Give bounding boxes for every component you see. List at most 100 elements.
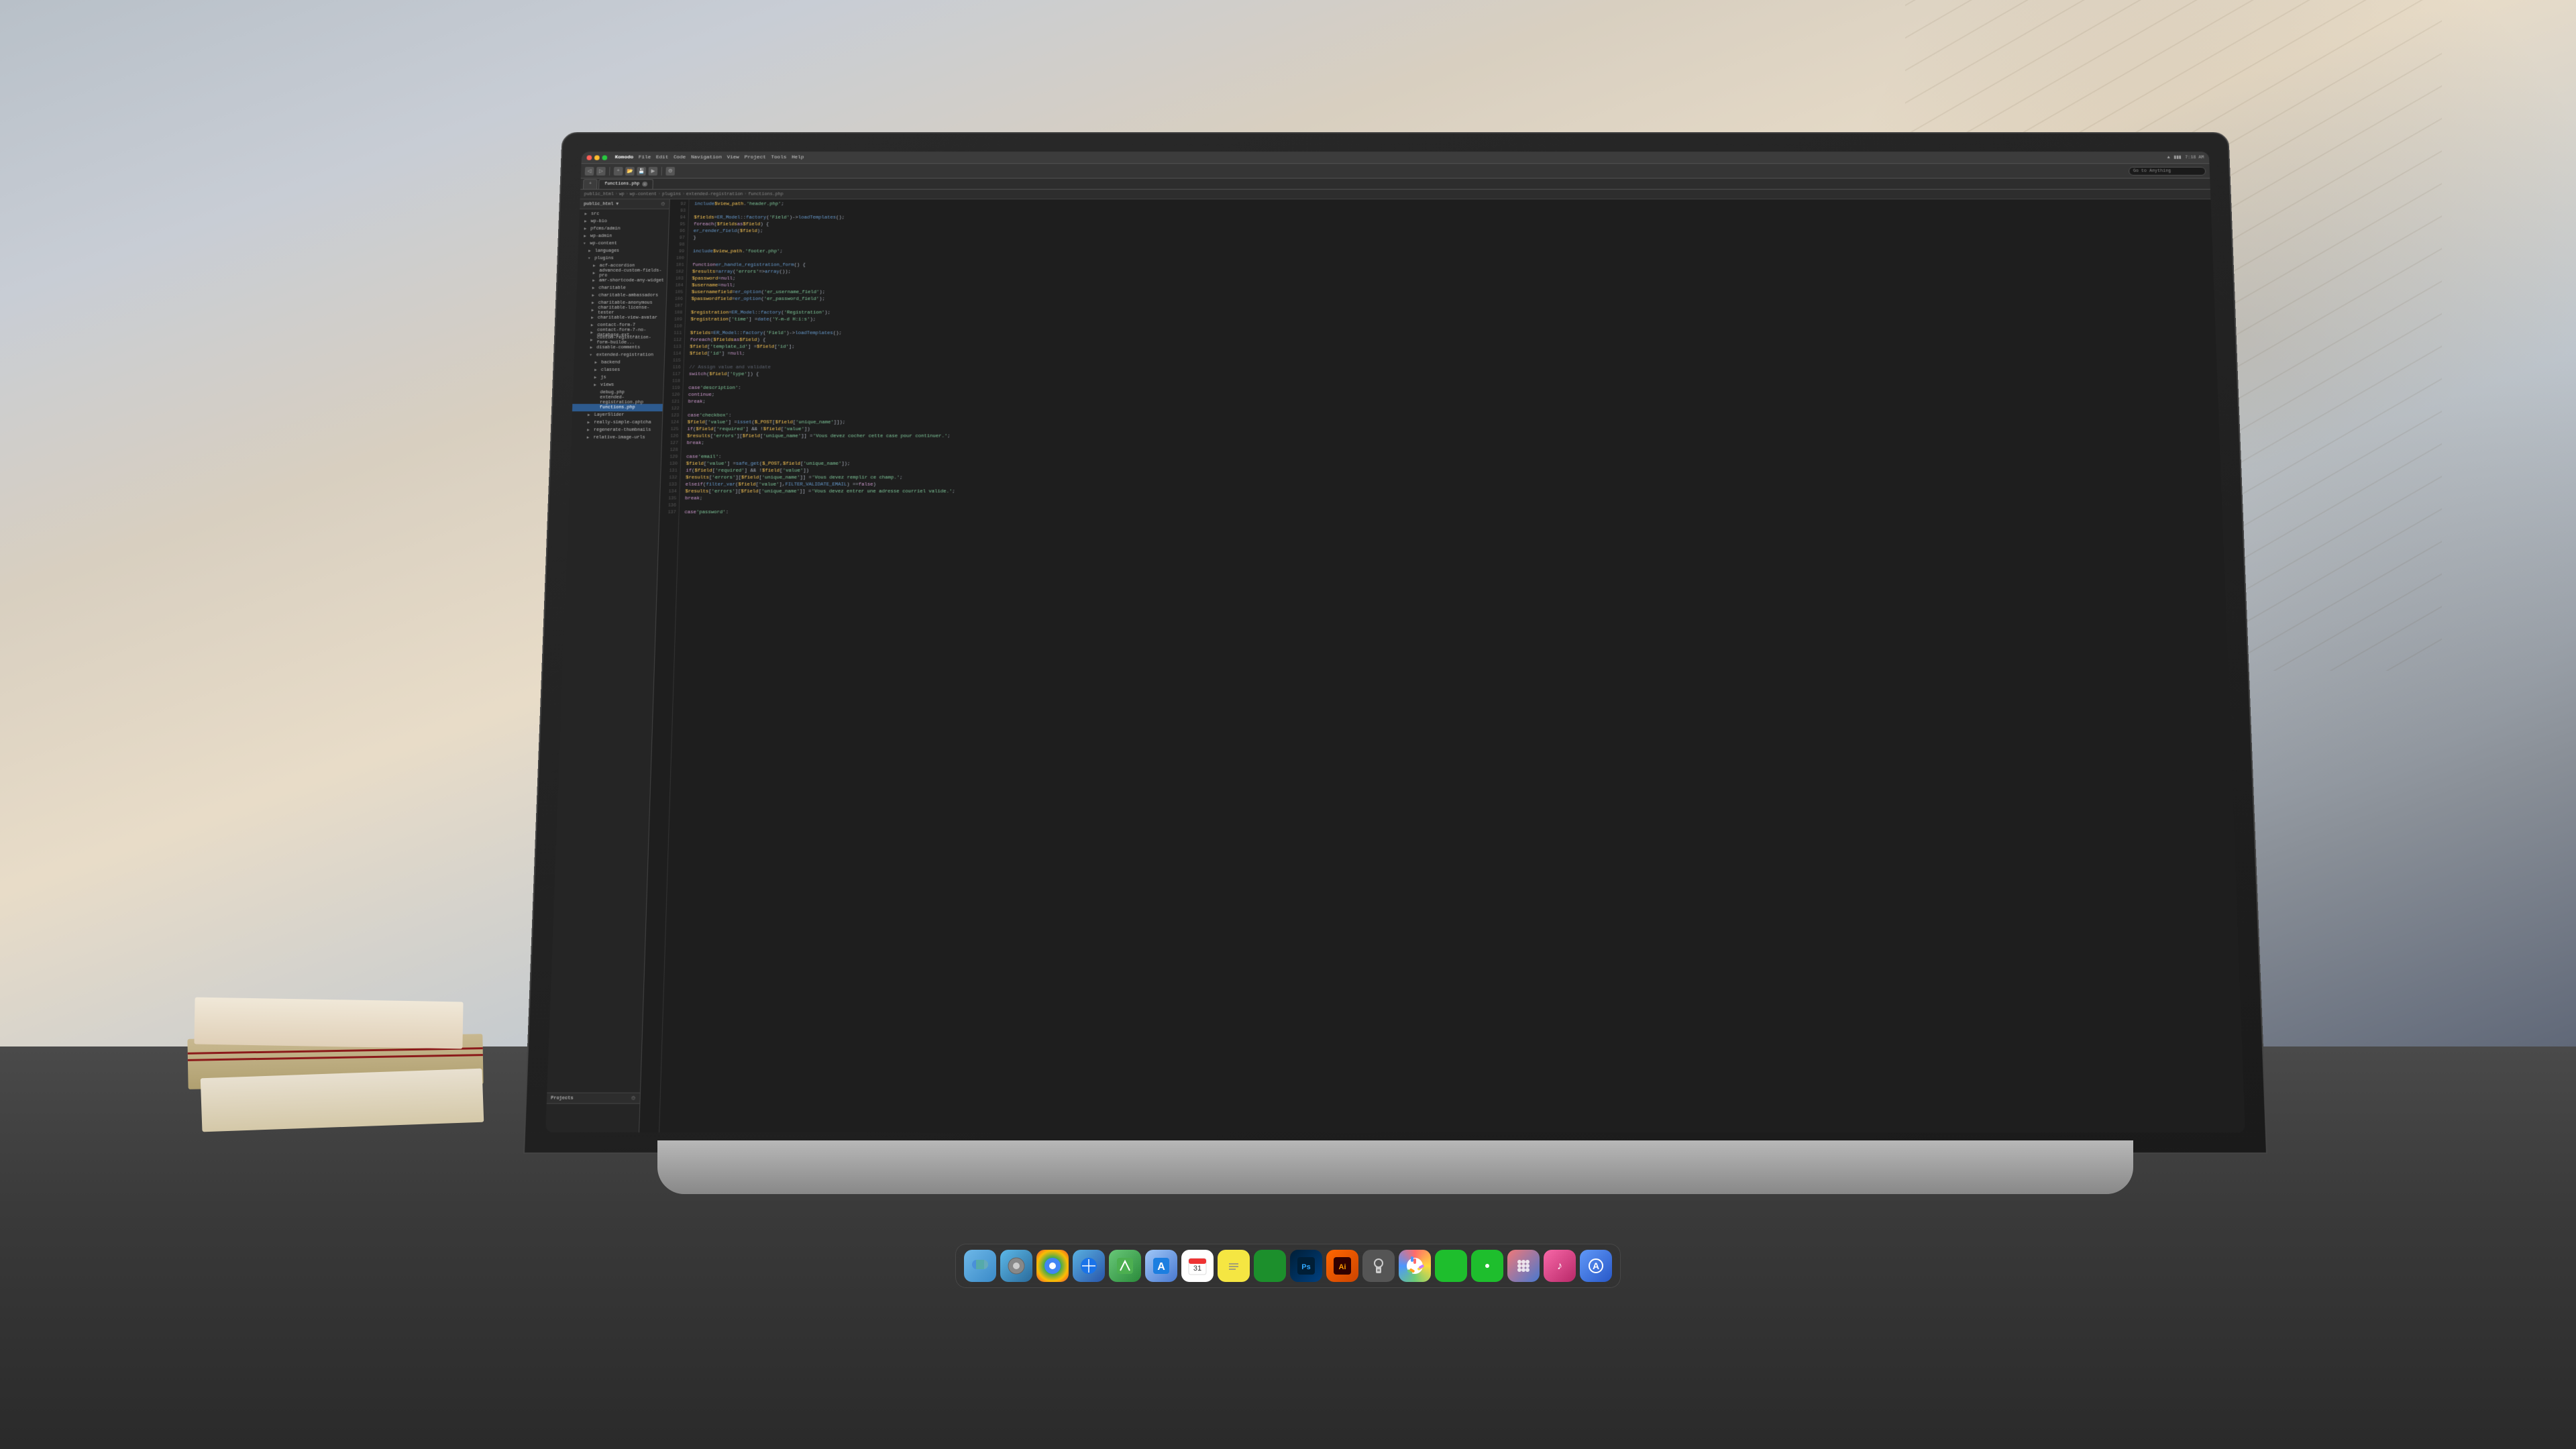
menu-edit[interactable]: Edit	[656, 155, 669, 160]
tree-item-languages[interactable]: languages	[578, 248, 668, 255]
tree-item-really-simple[interactable]: really-simple-captcha	[572, 419, 662, 426]
line-num-113: 113	[665, 343, 684, 350]
tree-label: LayerSlider	[594, 413, 624, 417]
svg-text:A: A	[1157, 1261, 1165, 1273]
tree-item-js[interactable]: js	[574, 374, 664, 381]
sidebar-gear-icon[interactable]: ⚙	[661, 201, 665, 207]
folder-chevron	[591, 323, 596, 327]
tab-new[interactable]: +	[583, 179, 598, 189]
dock-illustrator-icon[interactable]: Ai	[1326, 1250, 1358, 1282]
tree-item-extended-reg-php[interactable]: extended-registration.php	[572, 396, 663, 404]
minimize-button[interactable]	[594, 155, 600, 160]
tree-item-custom-reg[interactable]: custom-registration-form-builde...	[575, 337, 665, 344]
app-name-menu[interactable]: Komodo	[615, 155, 634, 160]
tree-item-views[interactable]: views	[573, 382, 663, 389]
dock-safari-icon[interactable]	[1073, 1250, 1105, 1282]
tree-item-charitable-amb[interactable]: charitable-ambassadors	[576, 292, 666, 299]
breadcrumb-file[interactable]: functions.php	[748, 192, 784, 197]
breadcrumb-3[interactable]: plugins	[662, 192, 681, 197]
tree-item-charitable-license[interactable]: charitable-license-tester	[576, 307, 665, 314]
tab-close-button[interactable]: ×	[642, 182, 647, 186]
back-button[interactable]: ◁	[585, 166, 594, 175]
tree-item-extended-reg[interactable]: extended-registration	[574, 352, 665, 359]
tree-item-layerslider[interactable]: LayerSlider	[572, 411, 663, 419]
breadcrumb-4[interactable]: extended-registration	[686, 192, 743, 197]
close-button[interactable]	[586, 155, 592, 160]
main-content: public_html ▾ ⚙ src wp-bio	[545, 199, 2245, 1132]
maximize-button[interactable]	[602, 155, 607, 160]
tree-item-classes[interactable]: classes	[574, 366, 664, 374]
dock-notes-icon[interactable]	[1218, 1250, 1250, 1282]
menu-project[interactable]: Project	[744, 155, 765, 160]
dock-facetime-icon[interactable]	[1254, 1250, 1286, 1282]
run-button[interactable]: ▶	[648, 166, 657, 175]
menu-tools[interactable]: Tools	[771, 155, 786, 160]
tree-label: advanced-custom-fields-pro	[599, 268, 665, 278]
tree-item-wp-content[interactable]: wp-content	[578, 240, 668, 248]
menu-view[interactable]: View	[727, 155, 739, 160]
menu-help[interactable]: Help	[792, 155, 804, 160]
code-area[interactable]: include $view_path . 'header.php'; $fiel…	[659, 199, 2245, 1132]
tree-label: charitable-ambassadors	[598, 293, 658, 298]
folder-chevron	[590, 330, 596, 335]
dock-system-prefs-icon[interactable]	[1000, 1250, 1032, 1282]
dock-imessage-icon[interactable]	[1471, 1250, 1503, 1282]
menu-code[interactable]: Code	[674, 155, 686, 160]
ide-app: Komodo File Edit Code Navigation View Pr…	[545, 152, 2245, 1132]
breadcrumb-1[interactable]: wp	[619, 192, 625, 197]
dock-calendar-icon[interactable]: 31	[1181, 1250, 1214, 1282]
dock-appstore-2-icon[interactable]: A	[1580, 1250, 1612, 1282]
tree-item-advanced-custom[interactable]: advanced-custom-fields-pro	[577, 270, 667, 277]
tree-item-relative[interactable]: relative-image-urls	[571, 434, 661, 441]
code-line-134: $results['errors'][$field['unique_name']…	[685, 488, 2216, 494]
dock-chrome-icon[interactable]	[1036, 1250, 1069, 1282]
projects-gear-icon[interactable]: ⚙	[631, 1095, 635, 1102]
line-num-114: 114	[665, 350, 684, 357]
dock-photoshop-icon[interactable]: Ps	[1290, 1250, 1322, 1282]
goto-anything-bar[interactable]: Go to Anything	[2129, 166, 2206, 175]
laptop-base	[657, 1140, 2133, 1194]
menu-navigation[interactable]: Navigation	[691, 155, 722, 160]
line-num-98: 98	[668, 241, 687, 248]
tree-item-plugins[interactable]: plugins	[578, 255, 667, 262]
forward-button[interactable]: ▷	[596, 166, 606, 175]
tree-item-pfcms[interactable]: pfcms/admin	[579, 225, 669, 233]
debug-button[interactable]: ⚙	[665, 166, 675, 175]
code-editor[interactable]: 92 93 94 95 96 97 98 99 100 101 102 103	[639, 199, 2245, 1132]
new-file-button[interactable]: +	[614, 166, 623, 175]
dock-keychain-icon[interactable]	[1362, 1250, 1395, 1282]
svg-text:A: A	[1593, 1260, 1599, 1271]
tab-functions-php[interactable]: functions.php ×	[598, 179, 653, 189]
breadcrumb-2[interactable]: wp-content	[630, 192, 657, 197]
dock-maps-icon[interactable]	[1109, 1250, 1141, 1282]
breadcrumb-root[interactable]: public_html	[584, 192, 614, 197]
dock-messages-icon[interactable]	[1435, 1250, 1467, 1282]
code-line-118	[688, 378, 2212, 384]
tree-label: debug.php	[600, 390, 625, 395]
folder-chevron-open	[590, 353, 595, 358]
tree-label: js	[600, 375, 606, 380]
open-button[interactable]: 📂	[625, 166, 635, 175]
tree-item-backend[interactable]: backend	[574, 359, 664, 366]
dock-launchpad-icon[interactable]	[1507, 1250, 1540, 1282]
tree-item-regenerate[interactable]: regenerate-thumbnails	[572, 427, 662, 434]
tree-item-charitable[interactable]: charitable	[577, 284, 667, 292]
tree-label: extended-registration.php	[600, 395, 660, 405]
tree-label: languages	[595, 249, 620, 254]
save-button[interactable]: 💾	[637, 166, 646, 175]
line-num-104: 104	[667, 282, 686, 288]
tree-item-src[interactable]: src	[580, 211, 669, 218]
tree-item-wp-admin[interactable]: wp-admin	[578, 233, 668, 240]
dock-itunes-icon[interactable]: ♪	[1544, 1250, 1576, 1282]
tree-item-wp-bio[interactable]: wp-bio	[579, 218, 669, 225]
dock-app-store-icon[interactable]: A	[1145, 1250, 1177, 1282]
tree-item-amr[interactable]: amr-shortcode-any-widget	[577, 277, 667, 284]
code-line-131: if ($field['required'] && !$field['value…	[686, 468, 2216, 474]
tree-item-charitable-view[interactable]: charitable-view-avatar	[576, 314, 665, 321]
line-num-132: 132	[661, 474, 680, 481]
svg-text:Ps: Ps	[1301, 1263, 1310, 1271]
tree-label: acf-accordion	[599, 264, 635, 268]
dock-finder-icon[interactable]	[964, 1250, 996, 1282]
dock-photos-icon[interactable]	[1399, 1250, 1431, 1282]
menu-file[interactable]: File	[639, 155, 651, 160]
